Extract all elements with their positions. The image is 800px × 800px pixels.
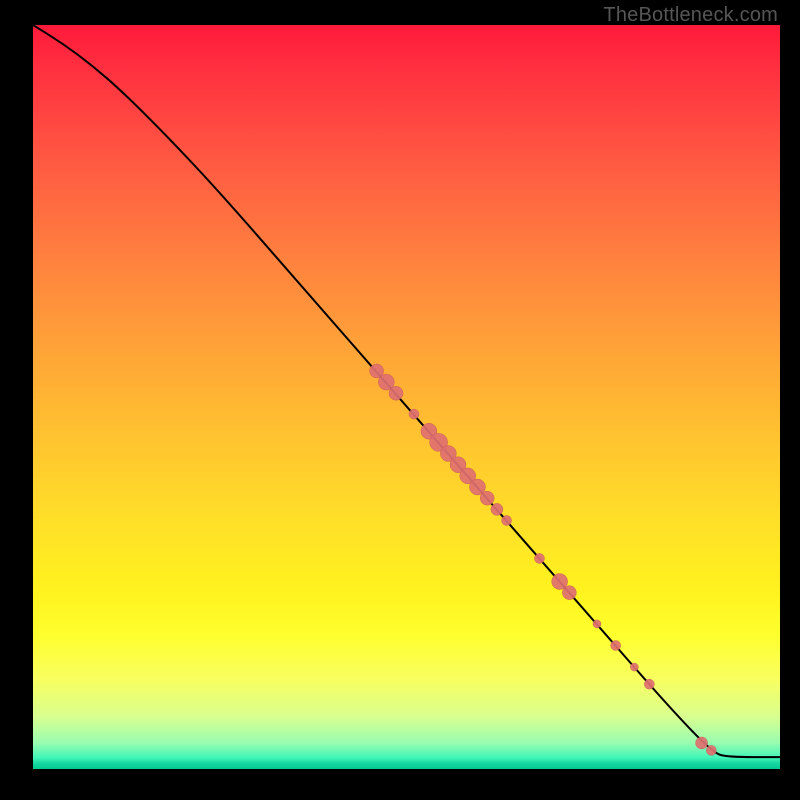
data-dot	[409, 409, 419, 419]
data-dot	[644, 679, 654, 689]
data-dot	[389, 386, 403, 400]
watermark-text: TheBottleneck.com	[603, 4, 778, 27]
data-dot	[593, 620, 601, 628]
chart-frame: TheBottleneck.com	[0, 0, 800, 800]
data-dot	[502, 516, 512, 526]
data-dot	[491, 503, 503, 515]
plot-area	[33, 25, 780, 769]
bottleneck-curve	[33, 25, 780, 757]
data-dot	[562, 586, 576, 600]
data-dot	[630, 663, 638, 671]
data-dot	[611, 640, 621, 650]
data-dot	[696, 737, 708, 749]
data-dot	[534, 553, 544, 563]
chart-svg	[33, 25, 780, 769]
data-dot	[480, 491, 494, 505]
data-dot	[706, 745, 716, 755]
